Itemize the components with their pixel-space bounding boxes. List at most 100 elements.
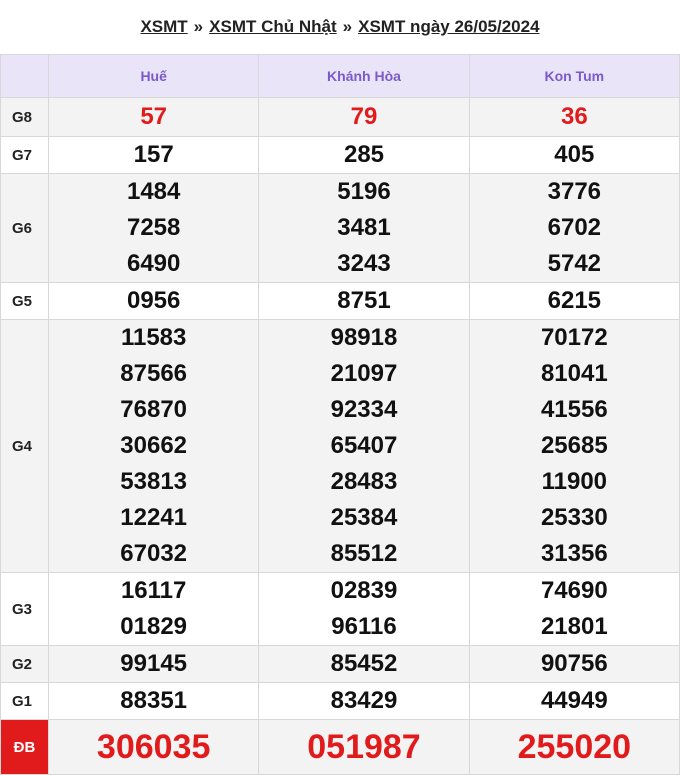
- prize-number: 8751: [337, 287, 391, 314]
- prize-number: 88351: [120, 687, 188, 714]
- prize-number: 6702: [547, 214, 602, 241]
- prize-number: 11583: [120, 324, 187, 351]
- prize-label: G2: [0, 645, 49, 683]
- prize-number: 57: [140, 103, 168, 130]
- prize-number: 53813: [120, 468, 188, 495]
- prize-number: 70172: [540, 324, 608, 351]
- prize-number: 6490: [126, 250, 181, 277]
- prize-number: 306035: [96, 728, 211, 766]
- prize-number: 85452: [330, 650, 398, 677]
- prize-number: 96116: [331, 613, 397, 640]
- prize-cell: 3776 6702 5742: [468, 173, 680, 283]
- province-header-row: Huế Khánh Hòa Kon Tum: [0, 54, 680, 98]
- prize-label: G5: [0, 282, 49, 320]
- prize-cell: 70172 81041 41556 25685 11900 25330 31356: [468, 319, 680, 573]
- prize-number: 405: [554, 141, 595, 168]
- prize-number: 285: [343, 141, 385, 168]
- prize-cell: 79: [258, 97, 470, 137]
- prize-cell: 255020: [468, 719, 680, 775]
- prize-number: 81041: [540, 360, 608, 387]
- prize-cell: 1484 7258 6490: [47, 173, 260, 283]
- prize-number: 255020: [517, 728, 632, 766]
- province-header-hue[interactable]: Huế: [47, 54, 260, 98]
- breadcrumb-separator: »: [193, 17, 204, 36]
- prize-number: 25330: [540, 504, 608, 531]
- prize-number: 79: [350, 103, 378, 130]
- breadcrumb-separator: »: [342, 17, 353, 36]
- prize-cell: 16117 01829: [47, 572, 260, 646]
- prize-number: 92334: [330, 396, 398, 423]
- prize-row-db: ĐB 306035 051987 255020: [0, 719, 680, 775]
- prize-number: 65407: [330, 432, 398, 459]
- prize-number: 0956: [126, 287, 181, 314]
- prize-number: 5742: [547, 250, 602, 277]
- province-header-kon-tum[interactable]: Kon Tum: [468, 54, 680, 98]
- prize-label: G8: [0, 97, 49, 137]
- prize-number: 31356: [540, 540, 608, 567]
- prize-cell: 88351: [47, 682, 260, 720]
- prize-cell: 6215: [468, 282, 680, 320]
- prize-cell: 85452: [258, 645, 470, 683]
- header-corner: [0, 54, 49, 98]
- prize-label: G1: [0, 682, 49, 720]
- prize-cell: 90756: [468, 645, 680, 683]
- prize-number: 76870: [120, 396, 188, 423]
- prize-number: 28483: [330, 468, 398, 495]
- prize-number: 25384: [330, 504, 398, 531]
- prize-number: 21097: [330, 360, 398, 387]
- prize-number: 83429: [330, 687, 398, 714]
- breadcrumb-xsmt-sunday-link[interactable]: XSMT Chủ Nhật: [209, 17, 337, 37]
- prize-number: 44949: [540, 687, 608, 714]
- prize-number: 051987: [307, 728, 421, 766]
- prize-number: 3776: [547, 178, 602, 205]
- prize-number: 99145: [120, 650, 188, 677]
- prize-cell: 98918 21097 92334 65407 28483 25384 85512: [258, 319, 470, 573]
- breadcrumb-xsmt-date-link[interactable]: XSMT ngày 26/05/2024: [358, 17, 539, 37]
- prize-row-g2: G2 99145 85452 90756: [0, 645, 680, 683]
- prize-number: 7258: [126, 214, 181, 241]
- prize-cell: 02839 96116: [258, 572, 470, 646]
- prize-cell: 0956: [47, 282, 260, 320]
- prize-number: 1484: [126, 178, 181, 205]
- prize-cell: 99145: [47, 645, 260, 683]
- results-table: Huế Khánh Hòa Kon Tum G8 57 79 36 G7 157 285 40…: [0, 54, 680, 775]
- prize-number: 30662: [120, 432, 188, 459]
- prize-cell: 74690 21801: [468, 572, 680, 646]
- prize-label: G6: [0, 173, 49, 283]
- prize-number: 02839: [330, 577, 398, 604]
- prize-number: 41556: [540, 396, 608, 423]
- prize-cell: 285: [258, 136, 470, 174]
- prize-cell: 57: [47, 97, 260, 137]
- prize-cell: 8751: [258, 282, 470, 320]
- prize-cell: 306035: [47, 719, 260, 775]
- prize-row-g5: G5 0956 8751 6215: [0, 282, 680, 320]
- prize-number: 12241: [120, 504, 188, 531]
- breadcrumb-xsmt-link[interactable]: XSMT: [140, 17, 187, 37]
- prize-number: 157: [133, 141, 174, 168]
- prize-row-g6: G6 1484 7258 6490 5196 3481 3243 3776 6702 5742: [0, 173, 680, 283]
- prize-number: 16117: [120, 577, 187, 604]
- prize-cell: 11583 87566 76870 30662 53813 12241 67032: [47, 319, 260, 573]
- prize-row-g1: G1 88351 83429 44949: [0, 682, 680, 720]
- prize-number: 21801: [540, 613, 608, 640]
- prize-number: 36: [560, 103, 588, 130]
- prize-number: 98918: [330, 324, 398, 351]
- prize-number: 90756: [540, 650, 608, 677]
- prize-number: 3481: [337, 214, 391, 241]
- prize-number: 6215: [547, 287, 602, 314]
- province-header-khanh-hoa[interactable]: Khánh Hòa: [258, 54, 470, 98]
- prize-label: ĐB: [0, 719, 49, 775]
- prize-cell: 405: [468, 136, 680, 174]
- prize-number: 01829: [120, 613, 188, 640]
- prize-cell: 44949: [468, 682, 680, 720]
- prize-label: G4: [0, 319, 49, 573]
- prize-number: 87566: [120, 360, 188, 387]
- prize-cell: 5196 3481 3243: [258, 173, 470, 283]
- prize-cell: 051987: [258, 719, 470, 775]
- prize-number: 3243: [337, 250, 391, 277]
- prize-row-g8: G8 57 79 36: [0, 97, 680, 137]
- prize-number: 67032: [120, 540, 188, 567]
- prize-row-g4: G4 11583 87566 76870 30662 53813 12241 67032 989…: [0, 319, 680, 573]
- prize-number: 25685: [540, 432, 608, 459]
- prize-number: 11900: [541, 468, 608, 495]
